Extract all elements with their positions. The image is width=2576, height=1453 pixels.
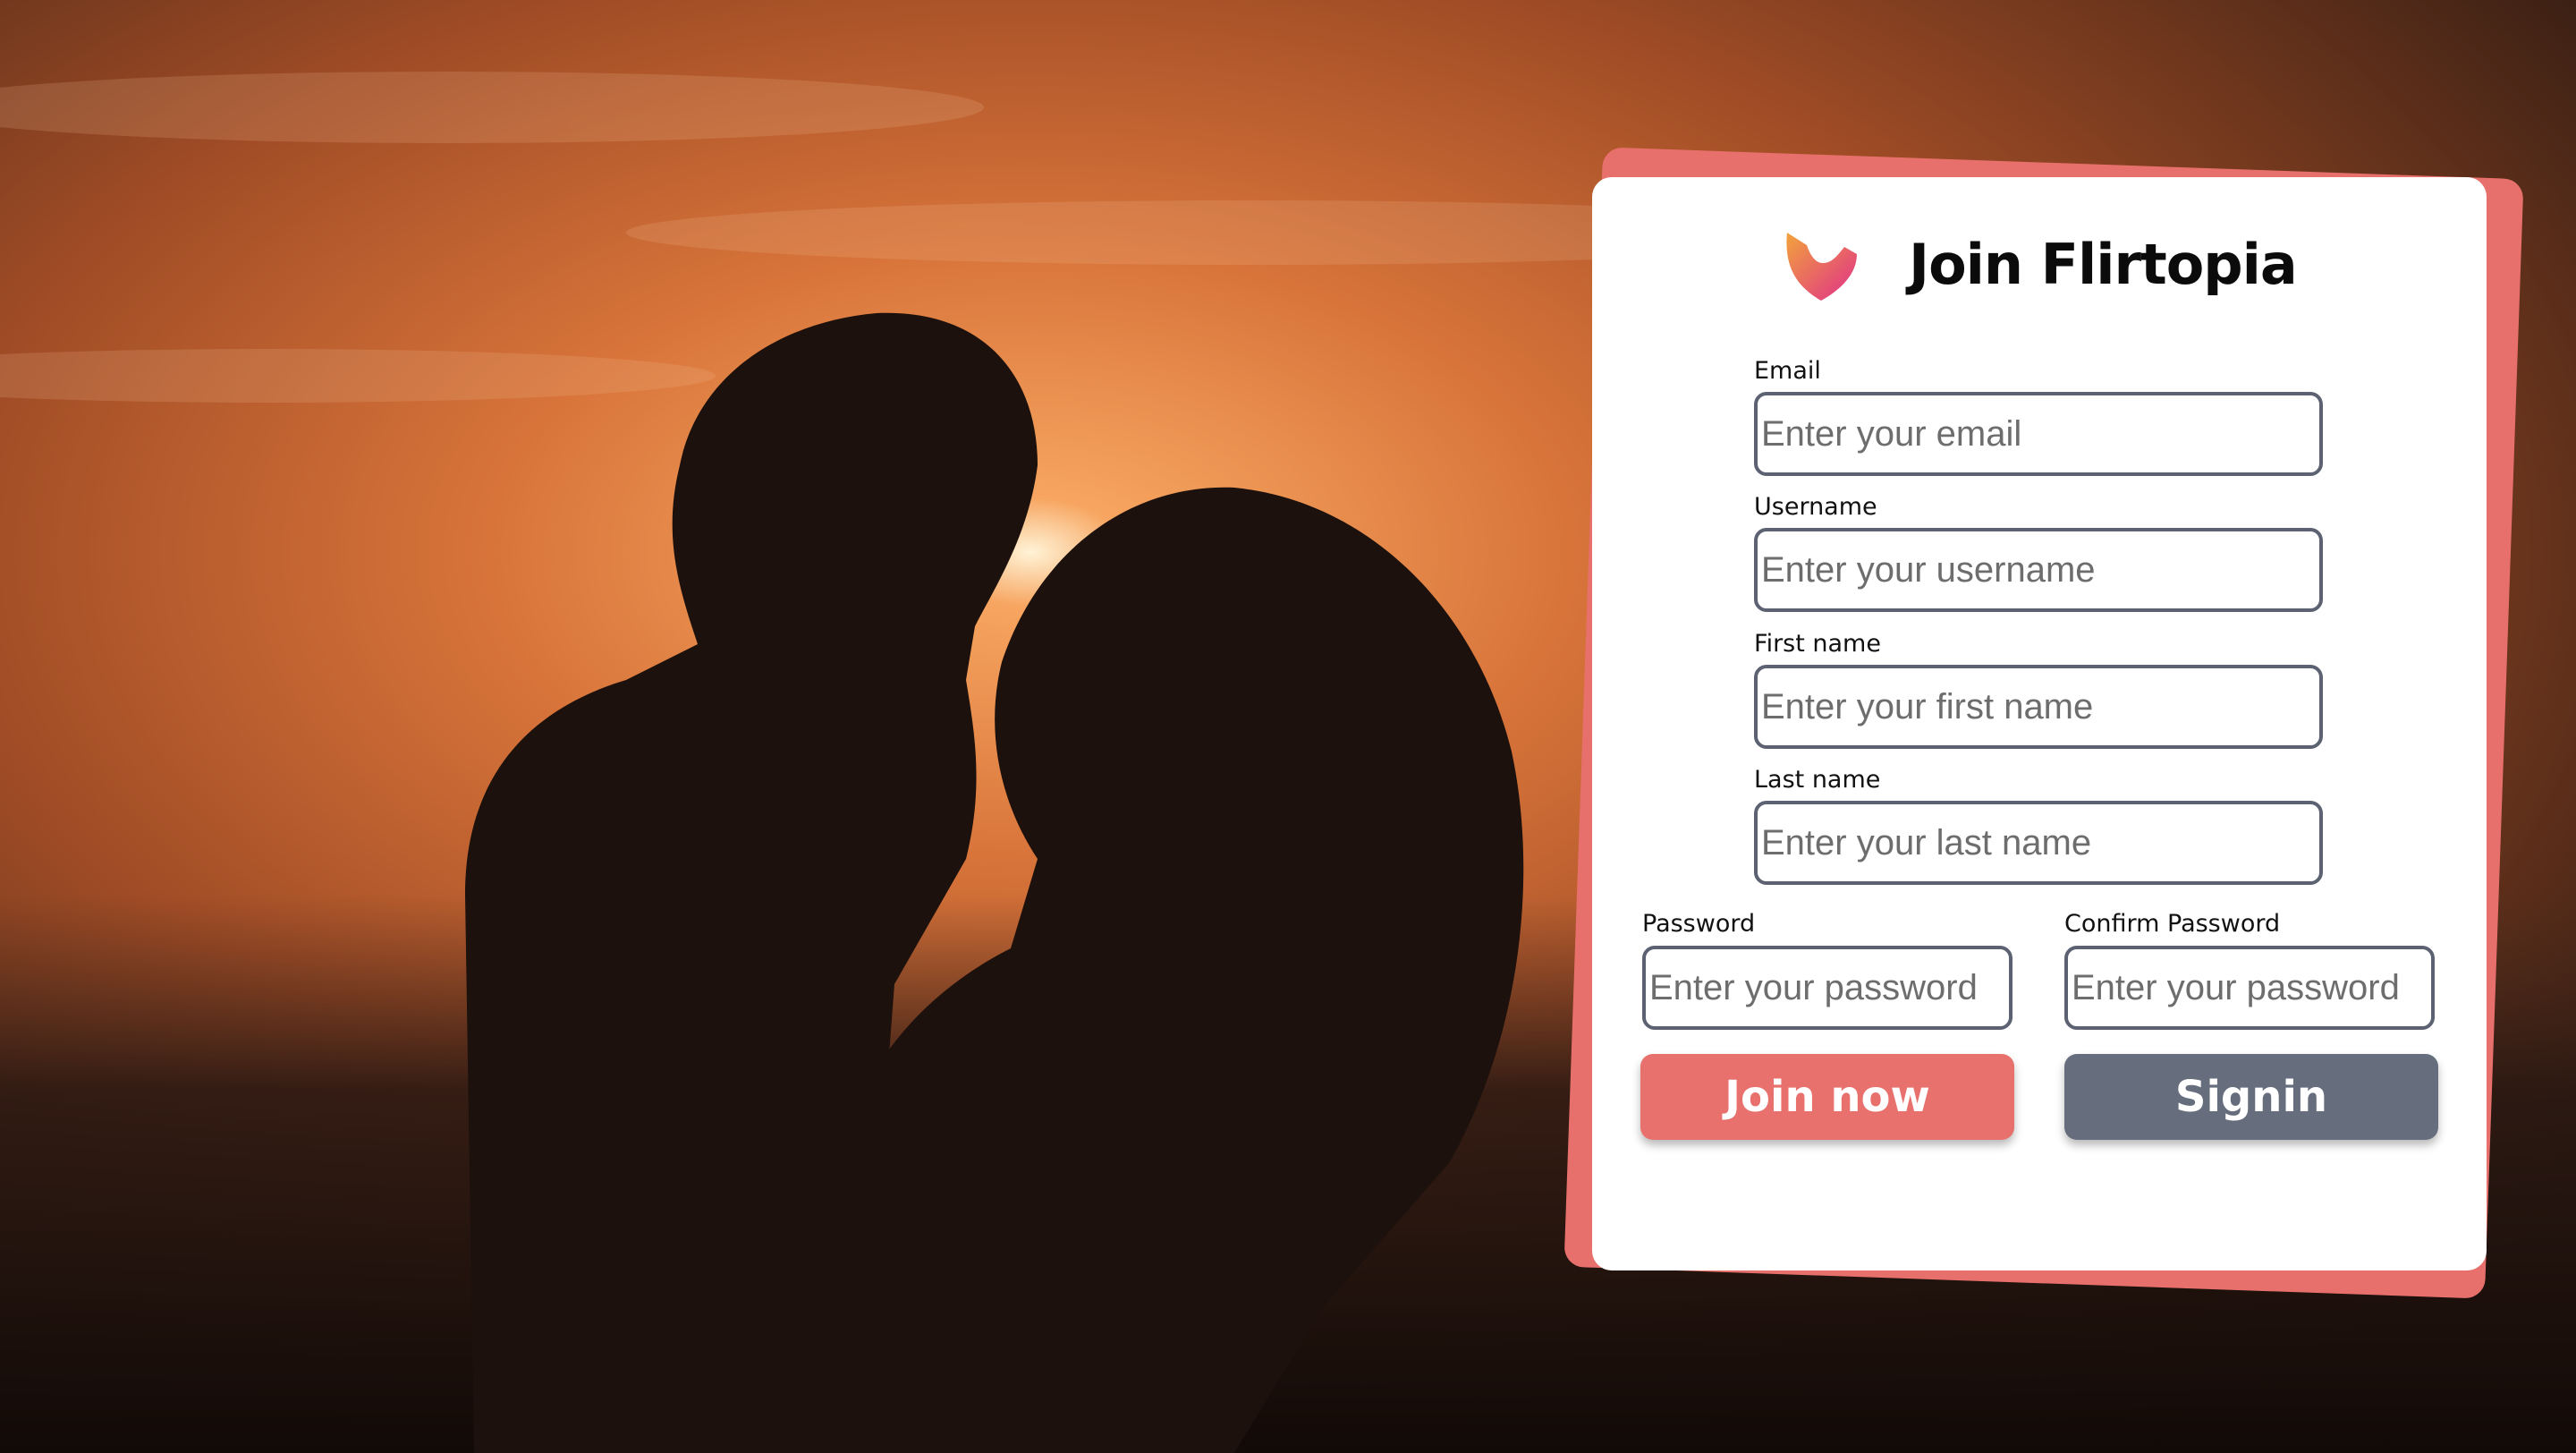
page-title: Join Flirtopia [1909,232,2298,297]
confirm-password-field[interactable] [2064,946,2435,1030]
first-name-field[interactable] [1754,665,2323,749]
first-name-label: First name [1754,630,1881,658]
email-label: Email [1754,357,1821,385]
email-field[interactable] [1754,392,2323,476]
username-label: Username [1754,493,1877,521]
password-field[interactable] [1642,946,2012,1030]
signup-card: Join Flirtopia Email Username First name… [1592,177,2487,1270]
username-field[interactable] [1754,528,2323,612]
signin-button[interactable]: Signin [2064,1054,2438,1140]
confirm-password-label: Confirm Password [2064,910,2281,938]
heart-check-logo-icon [1786,233,1857,301]
join-now-button[interactable]: Join now [1640,1054,2014,1140]
last-name-label: Last name [1754,766,1881,794]
password-label: Password [1642,910,1756,938]
card-header: Join Flirtopia [1592,220,2487,313]
last-name-field[interactable] [1754,801,2323,885]
